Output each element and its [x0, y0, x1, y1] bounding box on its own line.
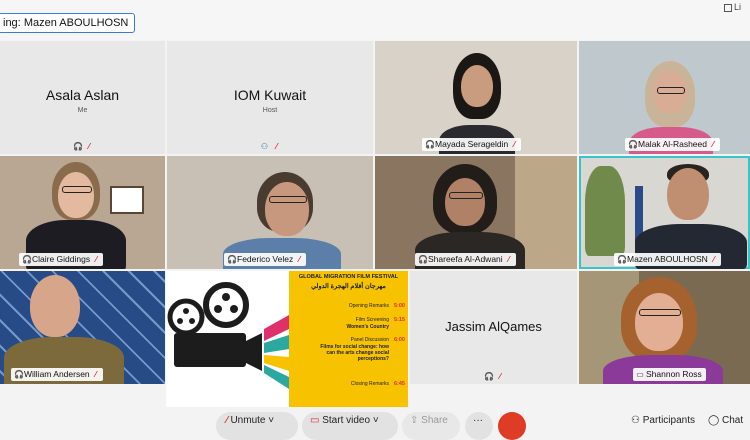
mic-muted-icon: ⁄ [508, 255, 510, 264]
mic-muted-icon: ⁄ [88, 142, 90, 151]
start-video-control: ▭ Start video ˅ [310, 410, 379, 430]
film-projector-icon [167, 282, 289, 389]
top-bar: ing: Mazen ABOULHOSN Li [0, 0, 750, 40]
more-options-label: ··· [473, 415, 483, 426]
participant-name: Mayada Serageldin [435, 139, 509, 149]
shared-poster: GLOBAL MIGRATION FILM FESTIVAL مهرجان أف… [166, 271, 408, 407]
chat-label: Chat [721, 415, 744, 426]
tile-william-andersen[interactable]: 🎧William Andersen ⁄ [0, 271, 165, 384]
mic-muted-icon: ⁄ [712, 140, 714, 149]
share-control: ⇪ Share [410, 410, 448, 430]
mic-muted-icon: ⁄ [298, 255, 300, 264]
poster-row-time: 5:00 [393, 303, 405, 309]
participant-name: Federico Velez [237, 254, 294, 264]
participant-role: Me [77, 107, 88, 114]
chevron-down-icon: ˅ [268, 415, 275, 426]
chevron-down-icon: ˅ [372, 415, 379, 426]
headset-icon: 🎧 [425, 140, 435, 149]
poster-program: GLOBAL MIGRATION FILM FESTIVAL مهرجان أف… [289, 271, 408, 407]
tile-claire-giddings[interactable]: 🎧Claire Giddings ⁄ [0, 156, 165, 269]
speaking-name: Mazen ABOULHOSN [23, 17, 129, 29]
chat-button[interactable]: ◯ Chat [708, 410, 743, 430]
poster-row-label: Panel Discussion [350, 337, 389, 343]
poster-arabic-title: مهرجان أفلام الهجرة الدولي [311, 283, 386, 290]
headset-icon: 🎧 [418, 255, 428, 264]
participant-name: Shareefa Al-Adwani [428, 254, 503, 264]
poster-row-time: 6:45 [393, 381, 405, 387]
tile-iom-kuwait[interactable]: IOM Kuwait Host ⚇ ⁄ [167, 41, 373, 154]
headset-icon: 🎧 [617, 255, 627, 264]
poster-row-label: Opening Remarks [348, 303, 389, 309]
poster-title: GLOBAL MIGRATION FILM FESTIVAL [298, 274, 399, 280]
mic-muted-icon: ⁄ [95, 370, 97, 379]
video-off-icon: ▭ [636, 370, 644, 379]
name-tag: 🎧Malak Al-Rasheed ⁄ [625, 138, 720, 151]
poster-row-sub: Women's Country [346, 324, 390, 330]
host-icon: ⚇ [260, 142, 269, 151]
headset-icon: 🎧 [14, 370, 24, 379]
poster-row-time: 5:15 [393, 317, 405, 323]
name-tag: 🎧Shareefa Al-Adwani ⁄ [415, 253, 516, 266]
participant-role: Host [262, 107, 278, 114]
name-tag: ▭ Shannon Ross [633, 368, 706, 381]
headset-icon: 🎧 [73, 142, 83, 151]
name-tag: 🎧Federico Velez ⁄ [224, 253, 307, 266]
name-tag: 🎧William Andersen ⁄ [11, 368, 103, 381]
layout-button[interactable]: Li [724, 0, 750, 14]
participant-name: IOM Kuwait [233, 87, 307, 103]
tile-shareefa-al-adwani[interactable]: 🎧Shareefa Al-Adwani ⁄ [375, 156, 577, 269]
participants-button[interactable]: ⚇ Participants [631, 410, 695, 430]
mic-muted-icon: ⁄ [513, 140, 515, 149]
headset-icon: 🎧 [484, 372, 494, 381]
tile-jassim-alqames[interactable]: Jassim AlQames 🎧 ⁄ [410, 271, 577, 384]
poster-row-label: Closing Remarks [350, 381, 389, 387]
unmute-label: Unmute [230, 415, 266, 426]
participant-name: William Andersen [24, 369, 90, 379]
participant-name: Shannon Ross [646, 369, 702, 379]
headset-icon: 🎧 [22, 255, 32, 264]
tile-status-icons: 🎧 ⁄ [410, 371, 577, 381]
headset-icon: 🎧 [628, 140, 638, 149]
poster-row-time: 6:00 [393, 337, 405, 343]
poster-row-label: Film Screening [355, 317, 389, 323]
active-speaker-indicator: ing: Mazen ABOULHOSN [0, 13, 136, 33]
participant-name: Malak Al-Rasheed [638, 139, 707, 149]
end-call-button[interactable] [498, 412, 526, 440]
name-tag: 🎧Claire Giddings ⁄ [19, 253, 104, 266]
name-tag: 🎧Mayada Serageldin ⁄ [422, 138, 522, 151]
mic-muted-icon: ⁄ [275, 142, 278, 151]
mic-muted-icon: ⁄ [226, 415, 228, 426]
participant-name: Asala Aslan [45, 87, 120, 103]
participants-label: Participants [642, 415, 695, 426]
headset-icon: 🎧 [227, 255, 237, 264]
meeting-toolbar: ⁄ Unmute ˅ ▭ Start video ˅ ⇪ Share ··· ⚇… [0, 410, 750, 440]
layout-label: Li [734, 2, 742, 12]
share-label: Share [421, 415, 448, 426]
chat-icon: ◯ [708, 415, 720, 426]
participant-name: Claire Giddings [32, 254, 91, 264]
grid-icon [724, 3, 732, 12]
tile-status-icons: 🎧 ⁄ [0, 141, 165, 151]
mic-muted-icon: ⁄ [499, 372, 501, 381]
mic-muted-icon: ⁄ [95, 255, 97, 264]
share-icon: ⇪ [410, 415, 419, 426]
tile-federico-velez[interactable]: 🎧Federico Velez ⁄ [167, 156, 373, 269]
mic-muted-icon: ⁄ [713, 255, 715, 264]
tile-mayada-serageldin[interactable]: 🎧Mayada Serageldin ⁄ [375, 41, 577, 154]
tile-status-icons: ⚇ ⁄ [167, 141, 373, 151]
name-tag: 🎧Mazen ABOULHOSN ⁄ [614, 253, 721, 266]
people-icon: ⚇ [631, 415, 640, 426]
participant-name: Mazen ABOULHOSN [627, 254, 708, 264]
start-video-label: Start video [322, 415, 371, 426]
tile-mazen-aboulhosn[interactable]: 🎧Mazen ABOULHOSN ⁄ [579, 156, 750, 269]
video-off-icon: ▭ [310, 415, 320, 426]
participant-name: Jassim AlQames [445, 319, 542, 334]
tile-shannon-ross[interactable]: ▭ Shannon Ross [579, 271, 750, 384]
tile-malak-al-rasheed[interactable]: 🎧Malak Al-Rasheed ⁄ [579, 41, 750, 154]
poster-row-sub: Films for social change: how can the art… [320, 344, 389, 362]
unmute-control: ⁄ Unmute ˅ [226, 410, 274, 430]
speaking-prefix: ing: [3, 17, 21, 29]
tile-asala-aslan[interactable]: Asala Aslan Me 🎧 ⁄ [0, 41, 165, 154]
